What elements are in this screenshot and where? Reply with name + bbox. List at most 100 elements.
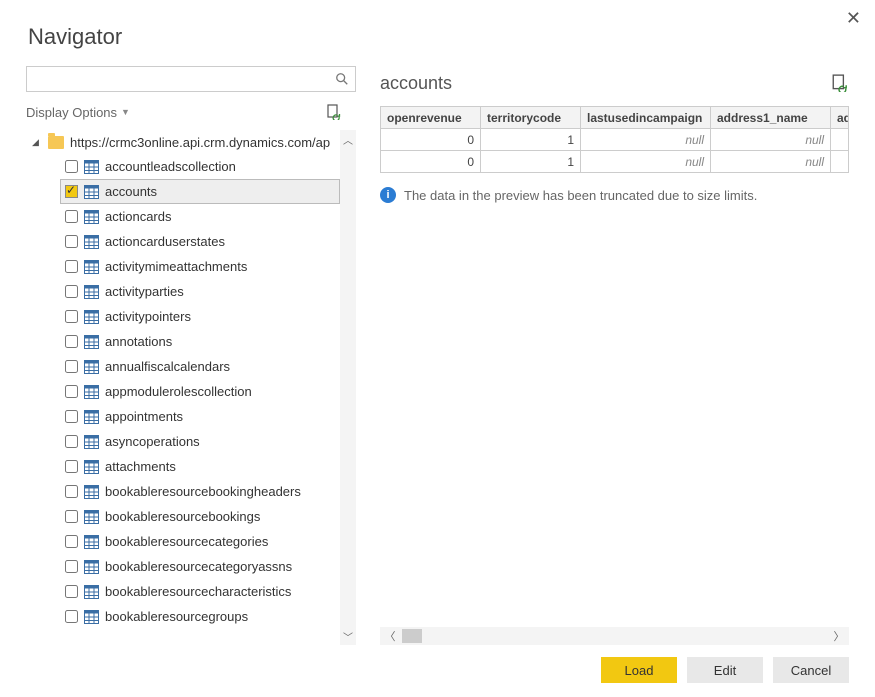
tree-item[interactable]: bookableresourcecategories [60,529,340,554]
table-icon [84,260,99,274]
tree-item[interactable]: attachments [60,454,340,479]
tree-item-checkbox[interactable] [65,485,78,498]
preview-pane: accounts openrevenueterritorycodelastuse… [380,66,849,645]
refresh-icon[interactable] [326,104,342,120]
tree-item-checkbox[interactable] [65,435,78,448]
table-icon [84,485,99,499]
tree-item-checkbox[interactable] [65,535,78,548]
table-icon [84,360,99,374]
table-cell: 0 [381,151,481,173]
tree-item[interactable]: asyncoperations [60,429,340,454]
cancel-button[interactable]: Cancel [773,657,849,683]
tree-item[interactable]: bookableresourcebookings [60,504,340,529]
scroll-thumb[interactable] [402,629,422,643]
search-row [26,66,356,92]
column-header[interactable]: address1_name [711,107,831,129]
table-cell: 1 [481,151,581,173]
tree-source-row[interactable]: ◢ https://crmc3online.api.crm.dynamics.c… [30,130,340,154]
tree-item-label: activitypointers [105,309,191,324]
table-icon [84,560,99,574]
tree-item[interactable]: annotations [60,329,340,354]
tree-item-checkbox[interactable] [65,310,78,323]
table-icon [84,610,99,624]
search-icon[interactable] [329,67,355,91]
tree-item-checkbox[interactable] [65,335,78,348]
tree-item-checkbox[interactable] [65,410,78,423]
tree-item-label: activityparties [105,284,184,299]
scroll-left-icon[interactable]: 〈 [380,628,400,644]
tree-item[interactable]: bookableresourcecategoryassns [60,554,340,579]
table-icon [84,185,99,199]
scroll-up-icon[interactable]: ︿ [340,130,356,148]
tree-item-checkbox[interactable] [65,385,78,398]
preview-title: accounts [380,73,452,94]
tree-item[interactable]: activitypointers [60,304,340,329]
tree-item-label: asyncoperations [105,434,200,449]
table-icon [84,160,99,174]
tree-item-checkbox[interactable] [65,285,78,298]
table-cell: 1 [481,129,581,151]
preview-hscrollbar[interactable]: 〈 〉 [380,627,849,645]
tree-item-checkbox[interactable] [65,360,78,373]
tree-item-label: actioncarduserstates [105,234,225,249]
tree-scrollbar[interactable]: ︿ ﹀ [340,130,356,645]
tree-item-checkbox[interactable] [65,585,78,598]
close-button[interactable]: ✕ [846,8,861,29]
tree-item[interactable]: bookableresourcecharacteristics [60,579,340,604]
tree-item-checkbox[interactable] [65,610,78,623]
tree-item-label: accountleadscollection [105,159,236,174]
table-cell: null [711,129,831,151]
tree-item[interactable]: bookableresourcegroups [60,604,340,629]
column-header[interactable]: lastusedincampaign [581,107,711,129]
table-row[interactable]: 01nullnull [381,151,849,173]
tree-item-label: appmodulerolescollection [105,384,252,399]
search-input[interactable] [27,67,329,91]
table-icon [84,435,99,449]
tree-item[interactable]: actioncarduserstates [60,229,340,254]
table-icon [84,535,99,549]
tree-item-checkbox[interactable] [65,210,78,223]
column-header[interactable]: openrevenue [381,107,481,129]
info-icon: i [380,187,396,203]
tree-item-label: bookableresourcebookings [105,509,260,524]
info-message-text: The data in the preview has been truncat… [404,188,757,203]
load-button[interactable]: Load [601,657,677,683]
tree-item-label: attachments [105,459,176,474]
tree-item-label: bookableresourcegroups [105,609,248,624]
scroll-right-icon[interactable]: 〉 [829,628,849,644]
tree-item-checkbox[interactable] [65,460,78,473]
tree-item-label: bookableresourcecategoryassns [105,559,292,574]
navigator-left-pane: Display Options ▼ ◢ https://crmc3online.… [26,66,356,645]
tree-item-checkbox[interactable] [65,560,78,573]
table-cell [831,151,849,173]
tree-item[interactable]: activityparties [60,279,340,304]
edit-button[interactable]: Edit [687,657,763,683]
display-options-dropdown[interactable]: Display Options ▼ [26,105,130,120]
tree-item[interactable]: activitymimeattachments [60,254,340,279]
tree-item-checkbox[interactable] [65,260,78,273]
table-cell: null [581,151,711,173]
tree-item[interactable]: appmodulerolescollection [60,379,340,404]
folder-icon [48,136,64,149]
tree-item-checkbox[interactable] [65,160,78,173]
tree-item[interactable]: actioncards [60,204,340,229]
tree-item[interactable]: accounts [60,179,340,204]
tree-item[interactable]: accountleadscollection [60,154,340,179]
table-icon [84,235,99,249]
column-header[interactable]: address1_ [831,107,849,129]
scroll-down-icon[interactable]: ﹀ [340,627,356,645]
tree-item-checkbox[interactable] [65,510,78,523]
tree-item[interactable]: bookableresourcebookingheaders [60,479,340,504]
tree-item-checkbox[interactable] [65,235,78,248]
collapse-icon[interactable]: ◢ [32,137,42,148]
tree-item-checkbox[interactable] [65,185,78,198]
tree-item-label: accounts [105,184,157,199]
table-icon [84,510,99,524]
tree-item[interactable]: appointments [60,404,340,429]
tree-item[interactable]: annualfiscalcalendars [60,354,340,379]
table-row[interactable]: 01nullnull [381,129,849,151]
preview-refresh-icon[interactable] [831,74,849,92]
column-header[interactable]: territorycode [481,107,581,129]
table-icon [84,285,99,299]
table-icon [84,210,99,224]
